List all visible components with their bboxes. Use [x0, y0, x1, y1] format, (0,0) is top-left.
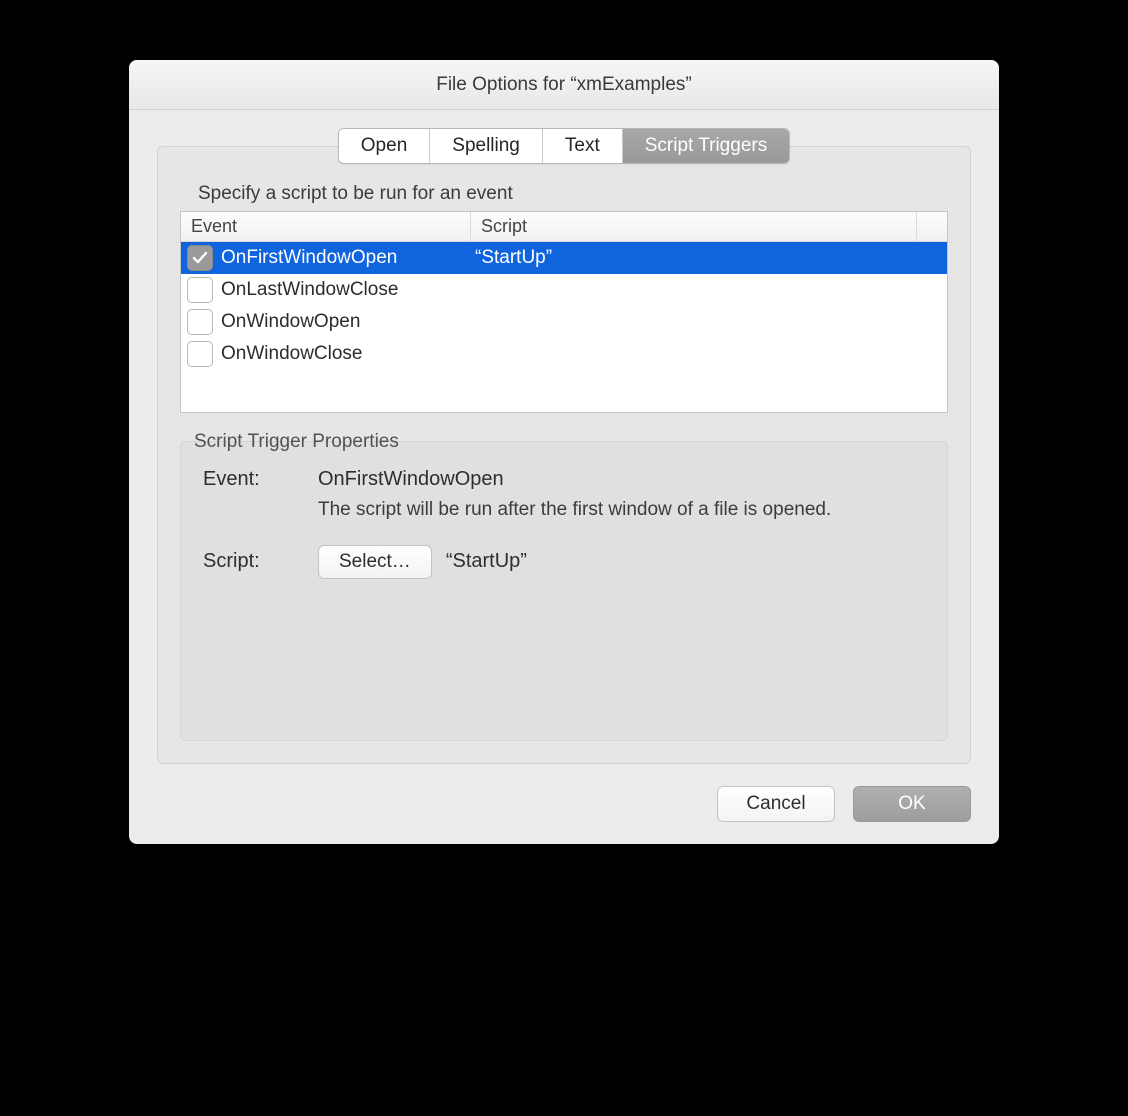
row-script: “StartUp”	[475, 247, 941, 269]
cancel-button[interactable]: Cancel	[717, 786, 835, 822]
tab-text[interactable]: Text	[543, 129, 623, 163]
file-options-window: File Options for “xmExamples” Open Spell…	[129, 60, 999, 844]
property-script-value-wrap: Select… “StartUp”	[318, 545, 925, 579]
window-content: Open Spelling Text Script Triggers Speci…	[129, 110, 999, 844]
property-event-row: Event: OnFirstWindowOpen The script will…	[203, 468, 925, 523]
table-row[interactable]: OnWindowClose	[181, 338, 947, 370]
ok-button[interactable]: OK	[853, 786, 971, 822]
table-row[interactable]: OnLastWindowClose	[181, 274, 947, 306]
checkbox[interactable]	[187, 277, 213, 303]
tab-bar: Open Spelling Text Script Triggers	[157, 128, 971, 164]
property-script-label: Script:	[203, 550, 318, 573]
window-title-text: File Options for “xmExamples”	[436, 74, 692, 96]
property-event-value-wrap: OnFirstWindowOpen The script will be run…	[318, 468, 925, 523]
events-table: Event Script OnFirstWindowOpen “StartUp”	[180, 211, 948, 413]
properties-panel: Event: OnFirstWindowOpen The script will…	[180, 441, 948, 741]
checkbox[interactable]	[187, 341, 213, 367]
tabs: Open Spelling Text Script Triggers	[338, 128, 790, 164]
property-event-label: Event:	[203, 468, 318, 491]
instruction-text: Specify a script to be run for an event	[198, 183, 948, 205]
tab-script-triggers[interactable]: Script Triggers	[623, 129, 789, 163]
property-script-row: Script: Select… “StartUp”	[203, 545, 925, 579]
select-script-button[interactable]: Select…	[318, 545, 432, 579]
table-row[interactable]: OnWindowOpen	[181, 306, 947, 338]
property-event-value: OnFirstWindowOpen	[318, 468, 925, 491]
row-event: OnWindowClose	[221, 343, 475, 365]
table-row[interactable]: OnFirstWindowOpen “StartUp”	[181, 242, 947, 274]
property-event-description: The script will be run after the first w…	[318, 497, 925, 523]
header-script[interactable]: Script	[471, 212, 917, 241]
row-event: OnFirstWindowOpen	[221, 247, 475, 269]
checkbox[interactable]	[187, 309, 213, 335]
row-event: OnLastWindowClose	[221, 279, 475, 301]
header-event[interactable]: Event	[181, 212, 471, 241]
check-icon	[192, 250, 208, 266]
panel: Specify a script to be run for an event …	[157, 146, 971, 764]
table-header: Event Script	[181, 212, 947, 242]
property-script-value: “StartUp”	[446, 550, 527, 573]
table-body: OnFirstWindowOpen “StartUp” OnLastWindow…	[181, 242, 947, 412]
dialog-footer: Cancel OK	[157, 786, 971, 822]
checkbox[interactable]	[187, 245, 213, 271]
header-spacer	[917, 212, 947, 241]
tab-open[interactable]: Open	[339, 129, 430, 163]
window-title: File Options for “xmExamples”	[129, 60, 999, 110]
row-event: OnWindowOpen	[221, 311, 475, 333]
tab-spelling[interactable]: Spelling	[430, 129, 543, 163]
